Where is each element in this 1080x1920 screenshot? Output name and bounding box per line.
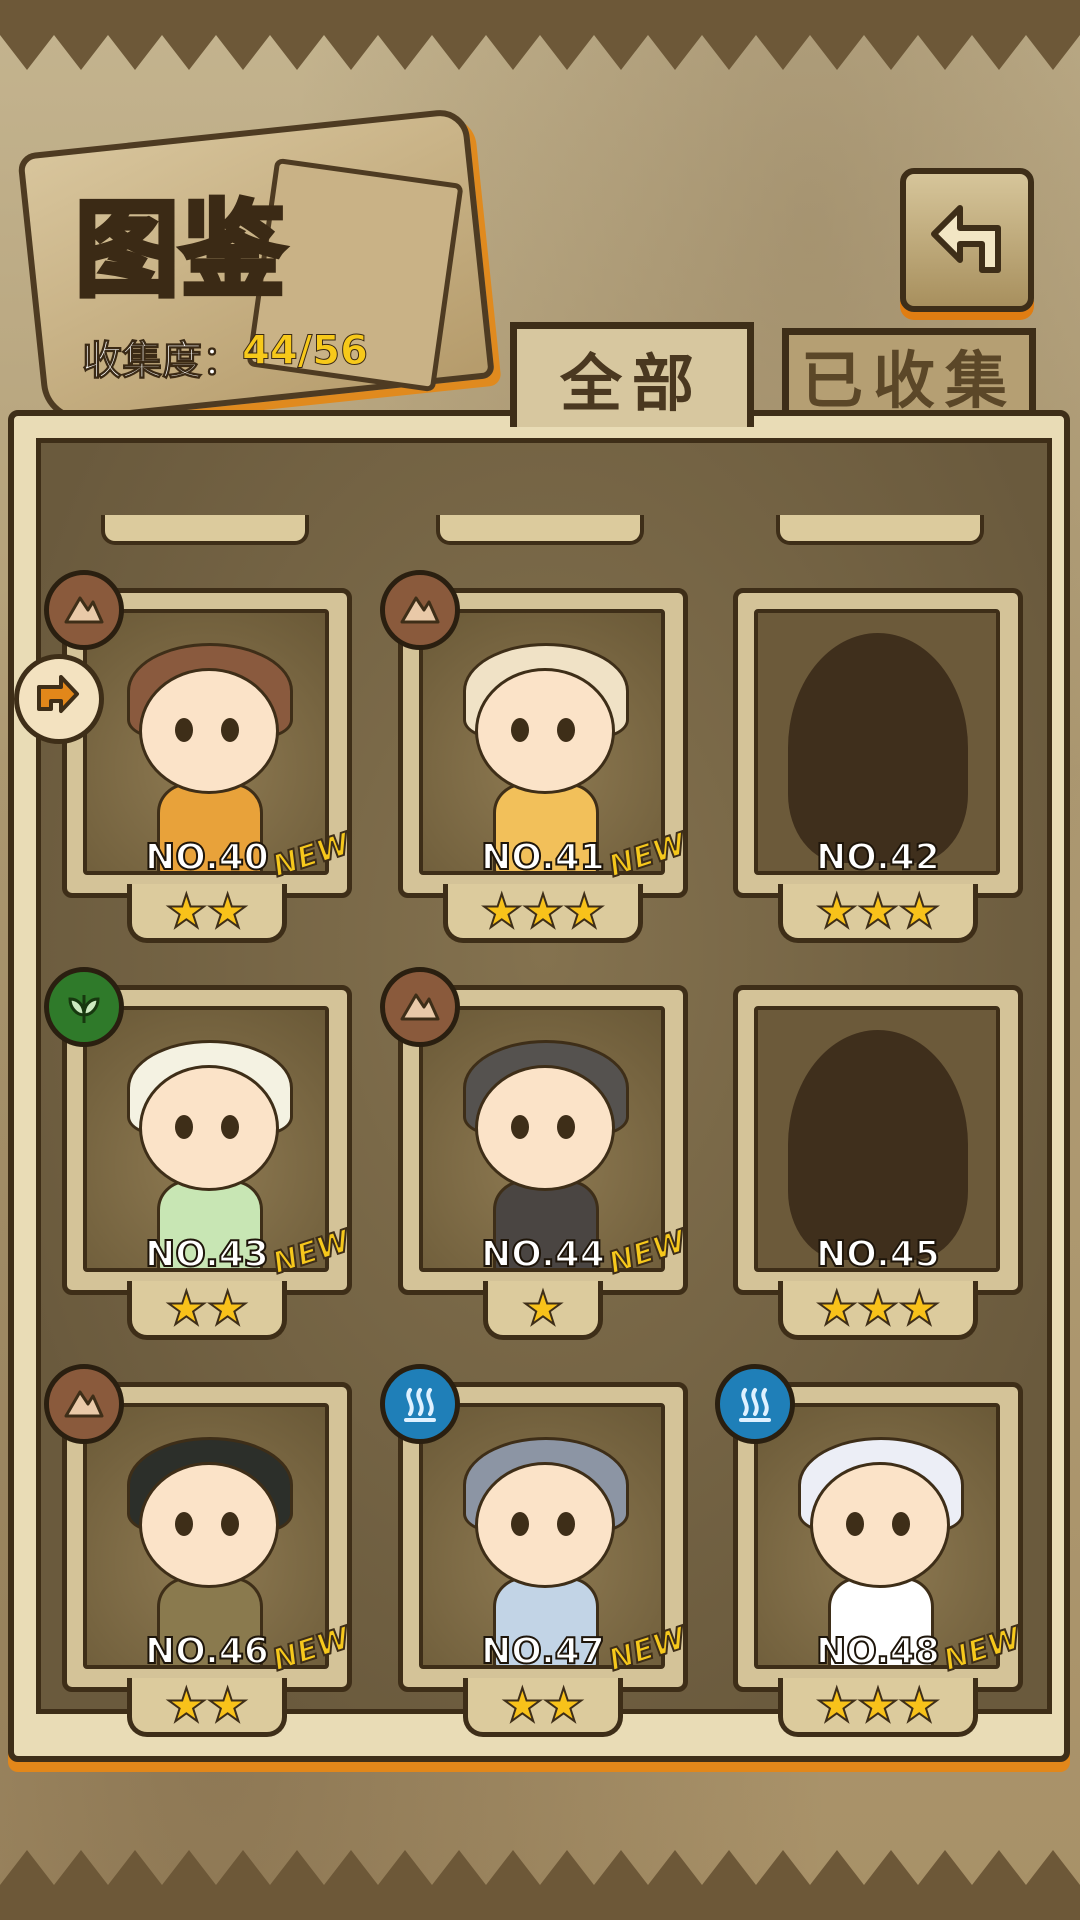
collection-progress: 44/56 bbox=[242, 328, 369, 375]
character-card[interactable]: NO.42 ★★★ bbox=[733, 588, 1023, 943]
star-icon: ★★★ bbox=[815, 1281, 941, 1335]
star-rating: ★★ bbox=[463, 1678, 623, 1737]
return-arrow-icon bbox=[931, 205, 1001, 273]
character-face bbox=[810, 1462, 950, 1588]
star-tray bbox=[436, 515, 644, 545]
character-portrait bbox=[419, 1403, 665, 1669]
character-card[interactable]: NO.43 NEW ★★ bbox=[44, 967, 355, 1340]
character-eye bbox=[557, 1512, 575, 1536]
character-face bbox=[139, 668, 279, 794]
tab-all[interactable]: 全部 bbox=[510, 322, 754, 427]
character-portrait bbox=[83, 1403, 329, 1669]
card-number: NO.42 bbox=[815, 836, 941, 879]
character-eye bbox=[557, 718, 575, 742]
back-button[interactable] bbox=[900, 168, 1034, 312]
character-eye bbox=[221, 718, 239, 742]
character-eye bbox=[557, 1115, 575, 1139]
tab-collected[interactable]: 已收集 bbox=[782, 328, 1036, 417]
character-portrait bbox=[83, 609, 329, 875]
star-rating: ★ bbox=[483, 1281, 603, 1340]
star-tray bbox=[776, 515, 984, 545]
star-icon: ★ bbox=[521, 1281, 564, 1335]
character-portrait bbox=[419, 609, 665, 875]
character-eye bbox=[175, 1115, 193, 1139]
character-eye bbox=[175, 718, 193, 742]
water-icon bbox=[715, 1364, 795, 1444]
character-eye bbox=[846, 1512, 864, 1536]
earth-icon bbox=[44, 570, 124, 650]
scroll-side-button[interactable] bbox=[14, 654, 104, 744]
character-card[interactable]: NO.46 NEW ★★ bbox=[44, 1364, 355, 1737]
character-portrait bbox=[83, 1006, 329, 1272]
star-rating: ★★ bbox=[127, 1678, 287, 1737]
star-rating: ★★ bbox=[127, 884, 287, 943]
character-eye bbox=[511, 1115, 529, 1139]
star-icon: ★★★ bbox=[480, 884, 606, 938]
character-card[interactable]: NO.41 NEW ★★★ bbox=[380, 570, 691, 943]
character-face bbox=[139, 1065, 279, 1191]
character-card[interactable]: NO.40 NEW ★★ bbox=[44, 570, 355, 943]
page-title: 图鉴 bbox=[72, 186, 288, 314]
card-number: NO.45 bbox=[815, 1233, 941, 1276]
collection-label: 收集度： bbox=[82, 338, 243, 385]
water-icon bbox=[380, 1364, 460, 1444]
card-frame: NO.42 bbox=[733, 588, 1023, 898]
character-portrait bbox=[419, 1006, 665, 1272]
card-frame: NO.45 bbox=[733, 985, 1023, 1295]
star-rating: ★★★ bbox=[778, 1678, 978, 1737]
star-rating: ★★★ bbox=[778, 1281, 978, 1340]
locked-silhouette bbox=[754, 609, 1000, 875]
character-card[interactable]: NO.47 NEW ★★ bbox=[380, 1364, 691, 1737]
star-tray bbox=[101, 515, 309, 545]
star-icon: ★★ bbox=[165, 1678, 249, 1732]
star-icon: ★★ bbox=[501, 1678, 585, 1732]
character-eye bbox=[892, 1512, 910, 1536]
star-rating: ★★★ bbox=[443, 884, 643, 943]
plant-icon bbox=[44, 967, 124, 1047]
character-card[interactable]: NO.44 NEW ★ bbox=[380, 967, 691, 1340]
character-eye bbox=[221, 1512, 239, 1536]
arrow-icon bbox=[37, 675, 79, 713]
character-card[interactable]: NO.45 ★★★ bbox=[733, 985, 1023, 1340]
earth-icon bbox=[380, 967, 460, 1047]
silhouette-shape bbox=[788, 633, 968, 863]
star-icon: ★★ bbox=[165, 884, 249, 938]
star-icon: ★★ bbox=[165, 1281, 249, 1335]
star-icon: ★★★ bbox=[815, 884, 941, 938]
earth-icon bbox=[380, 570, 460, 650]
character-face bbox=[475, 1462, 615, 1588]
character-portrait bbox=[754, 1403, 1000, 1669]
character-face bbox=[139, 1462, 279, 1588]
character-eye bbox=[221, 1115, 239, 1139]
character-eye bbox=[511, 718, 529, 742]
star-icon: ★★★ bbox=[815, 1678, 941, 1732]
character-face bbox=[475, 1065, 615, 1191]
character-eye bbox=[511, 1512, 529, 1536]
character-eye bbox=[175, 1512, 193, 1536]
star-rating: ★★ bbox=[127, 1281, 287, 1340]
previous-row-partial bbox=[41, 515, 1047, 545]
character-card[interactable]: NO.48 NEW ★★★ bbox=[715, 1364, 1026, 1737]
earth-icon bbox=[44, 1364, 124, 1444]
locked-silhouette bbox=[754, 1006, 1000, 1272]
silhouette-shape bbox=[788, 1030, 968, 1260]
character-face bbox=[475, 668, 615, 794]
star-rating: ★★★ bbox=[778, 884, 978, 943]
